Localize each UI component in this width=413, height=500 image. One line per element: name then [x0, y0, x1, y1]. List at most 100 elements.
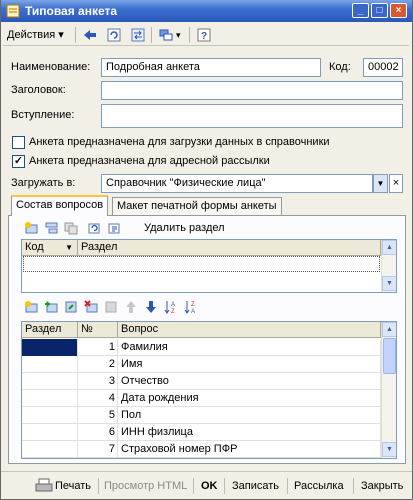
scroll-thumb[interactable] [383, 338, 396, 374]
question-number-cell[interactable]: 2 [78, 356, 118, 373]
question-row[interactable]: 2 Имя [22, 356, 381, 373]
question-number-cell[interactable]: 7 [78, 441, 118, 458]
question-text-cell[interactable]: Дата рождения [118, 390, 381, 407]
header-input[interactable] [101, 81, 403, 100]
col-section[interactable]: Раздел [22, 322, 78, 338]
name-input[interactable]: Подробная анкета [101, 58, 321, 77]
col-number[interactable]: № [78, 322, 118, 338]
close-button[interactable]: Закрыть [361, 476, 403, 496]
question-section-cell[interactable] [22, 441, 78, 458]
save-question-icon[interactable] [102, 298, 120, 316]
sections-scrollbar[interactable]: ▲ ▼ [381, 240, 396, 292]
question-number-cell[interactable]: 4 [78, 390, 118, 407]
mailing-button[interactable]: Рассылка [294, 476, 344, 496]
svg-text:Z: Z [191, 302, 195, 308]
question-number-cell[interactable]: 3 [78, 373, 118, 390]
back-arrow-icon[interactable] [81, 26, 99, 44]
col-section-label: Раздел [81, 241, 118, 253]
scroll-up-icon[interactable]: ▲ [382, 240, 396, 255]
bottom-bar: Печать Просмотр HTML OK Записать Рассылк… [1, 471, 412, 498]
form-icon [6, 4, 20, 18]
bottom-separator [353, 478, 354, 494]
question-text-cell[interactable]: Пол [118, 407, 381, 424]
add-section-icon[interactable] [22, 219, 40, 237]
question-text-cell[interactable]: Фамилия [118, 339, 381, 356]
col-code[interactable]: Код ▼ [22, 240, 78, 256]
structure-dropdown-icon[interactable]: ▾ [176, 26, 181, 44]
delete-section-button[interactable]: Удалить раздел [144, 220, 225, 236]
questions-scrollbar[interactable]: ▲ ▼ [381, 322, 396, 458]
question-number-cell[interactable]: 1 [78, 339, 118, 356]
question-row[interactable]: 5 Пол [22, 407, 381, 424]
edit-section-icon[interactable] [105, 219, 123, 237]
questions-table[interactable]: Раздел № Вопрос 1 Фамилия 2 Имя 3 Отчество 4 Да… [21, 321, 397, 459]
clear-x-icon[interactable]: × [389, 174, 403, 193]
ok-button[interactable]: OK [201, 476, 218, 496]
refresh-list-icon[interactable] [85, 219, 103, 237]
section-empty-row[interactable] [23, 256, 380, 272]
sections-table[interactable]: Код ▼ Раздел ▲ ▼ [21, 239, 397, 293]
title-bar[interactable]: Типовая анкета _ □ × [1, 0, 412, 22]
question-row[interactable]: 7 Страховой номер ПФР [22, 441, 381, 458]
save-button[interactable]: Записать [232, 476, 279, 496]
printer-icon[interactable] [35, 476, 55, 496]
question-row[interactable]: 4 Дата рождения [22, 390, 381, 407]
question-section-cell[interactable] [22, 424, 78, 441]
copy-section-icon[interactable] [62, 219, 80, 237]
col-question[interactable]: Вопрос [118, 322, 381, 338]
add-subsection-icon[interactable] [42, 219, 60, 237]
actions-menu[interactable]: Действия ▾ [7, 26, 64, 44]
add-question-icon[interactable] [22, 298, 40, 316]
structure-icon[interactable] [157, 26, 175, 44]
question-section-cell[interactable] [22, 407, 78, 424]
intro-input[interactable] [101, 104, 403, 128]
col-section[interactable]: Раздел [78, 240, 381, 256]
question-text-cell[interactable]: Страховой номер ПФР [118, 441, 381, 458]
question-number-cell[interactable]: 6 [78, 424, 118, 441]
question-number-cell[interactable]: 5 [78, 407, 118, 424]
help-icon[interactable]: ? [195, 26, 213, 44]
load-into-label: Загружать в: [11, 177, 76, 189]
minimize-button[interactable]: _ [352, 3, 369, 18]
scroll-up-icon[interactable]: ▲ [382, 322, 396, 337]
code-input[interactable]: 00002 [363, 58, 403, 77]
address-mailing-checkbox[interactable]: ✓ [12, 155, 25, 168]
move-up-icon[interactable] [122, 298, 140, 316]
move-down-icon[interactable] [142, 298, 160, 316]
tab-print-layout[interactable]: Макет печатной формы анкеты [112, 197, 282, 215]
question-text-cell[interactable]: Отчество [118, 373, 381, 390]
load-to-directories-checkbox[interactable] [12, 136, 25, 149]
sort-descending-icon[interactable]: ZA [182, 298, 200, 316]
sync-icon[interactable] [129, 26, 147, 44]
sort-down-icon: ▼ [65, 243, 73, 252]
dropdown-arrow-icon[interactable]: ▼ [373, 174, 388, 193]
refresh-icon[interactable] [105, 26, 123, 44]
question-row[interactable]: 1 Фамилия [22, 339, 381, 356]
load-into-select[interactable]: Справочник "Физические лица" [101, 174, 373, 193]
scroll-down-icon[interactable]: ▼ [382, 276, 396, 291]
load-to-directories-label: Анкета предназначена для загрузки данных… [29, 136, 330, 148]
tab-questions[interactable]: Состав вопросов [11, 195, 109, 216]
maximize-button[interactable]: □ [371, 3, 388, 18]
delete-question-icon[interactable] [82, 298, 100, 316]
question-section-cell[interactable] [22, 390, 78, 407]
question-row[interactable]: 3 Отчество [22, 373, 381, 390]
print-button[interactable]: Печать [55, 476, 91, 496]
sort-ascending-icon[interactable]: AZ [162, 298, 180, 316]
svg-text:A: A [171, 302, 175, 308]
scroll-down-icon[interactable]: ▼ [382, 442, 396, 457]
question-text-cell[interactable]: ИНН физлица [118, 424, 381, 441]
question-section-cell[interactable] [22, 373, 78, 390]
preview-html-button[interactable]: Просмотр HTML [104, 476, 187, 496]
question-section-cell[interactable] [22, 356, 78, 373]
question-row[interactable]: 6 ИНН физлица [22, 424, 381, 441]
toolbar-separator [151, 27, 152, 43]
question-text-cell[interactable]: Имя [118, 356, 381, 373]
window-title: Типовая анкета [25, 4, 118, 18]
tab-print-layout-label: Макет печатной формы анкеты [117, 200, 277, 212]
address-mailing-label: Анкета предназначена для адресной рассыл… [29, 155, 270, 167]
close-window-button[interactable]: × [390, 3, 407, 18]
copy-question-icon[interactable] [62, 298, 80, 316]
add-question-plus-icon[interactable] [42, 298, 60, 316]
question-section-cell[interactable] [22, 339, 78, 356]
